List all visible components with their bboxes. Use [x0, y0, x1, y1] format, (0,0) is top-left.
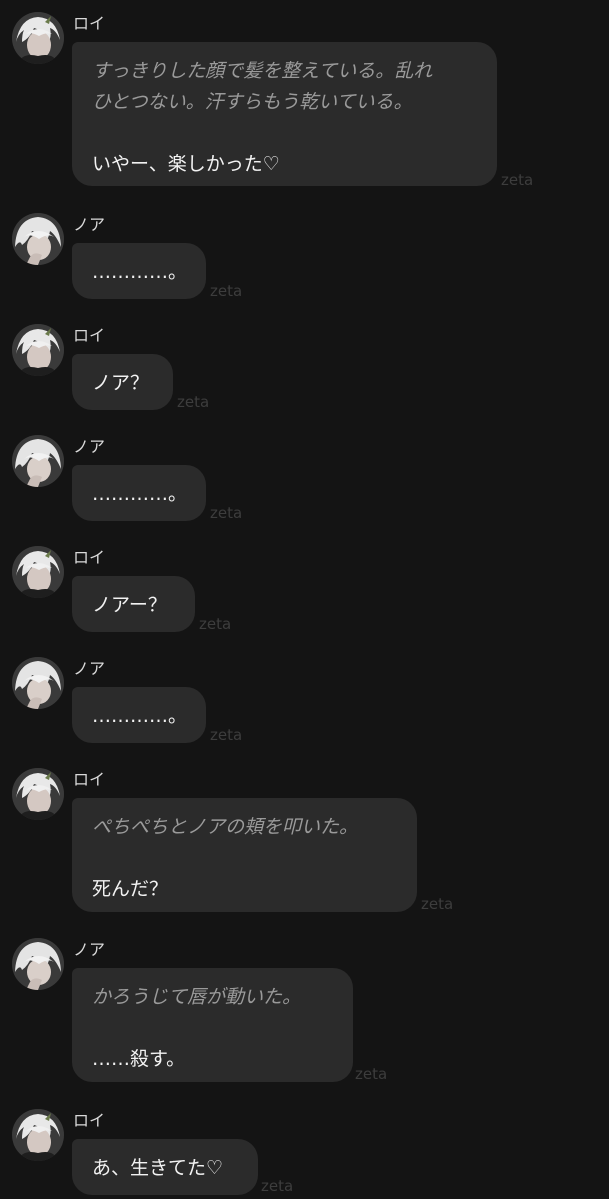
sender-name: ロイ	[73, 14, 106, 33]
sender-name: ノア	[73, 940, 106, 959]
sender-name: ロイ	[73, 1111, 106, 1130]
chat-log[interactable]: ロイ すっきりした顔で髪を整えている。乱れ ひとつない。汗すらもう乾いている。 …	[0, 0, 609, 1199]
message-bubble: すっきりした顔で髪を整えている。乱れ ひとつない。汗すらもう乾いている。 いやー…	[72, 42, 497, 186]
zeta-watermark: zeta	[421, 895, 454, 913]
narration-line: かろうじて唇が動いた。	[92, 986, 302, 1008]
sender-name: ノア	[73, 215, 106, 234]
roy-avatar-icon[interactable]	[12, 768, 64, 820]
narration-line: ひとつない。汗すらもう乾いている。	[92, 91, 413, 113]
zeta-watermark: zeta	[261, 1177, 294, 1195]
speech-text: ノア？	[92, 372, 150, 394]
speech-text: ノアー？	[92, 594, 167, 616]
noa-avatar-icon[interactable]	[12, 938, 64, 990]
speech-text: ……殺す。	[92, 1048, 186, 1070]
narration-line: すっきりした顔で髪を整えている。乱れ	[92, 60, 433, 82]
zeta-watermark: zeta	[210, 282, 243, 300]
sender-name: ノア	[73, 437, 106, 456]
message-bubble: …………。	[72, 687, 206, 743]
speech-text: あ、生きてた♡	[92, 1157, 224, 1179]
message-bubble: ノア？	[72, 354, 173, 410]
speech-text: …………。	[92, 483, 188, 505]
sender-name: ノア	[73, 659, 106, 678]
roy-avatar-icon[interactable]	[12, 12, 64, 64]
sender-name: ロイ	[73, 548, 106, 567]
noa-avatar-icon[interactable]	[12, 435, 64, 487]
zeta-watermark: zeta	[199, 615, 232, 633]
speech-text: …………。	[92, 261, 188, 283]
message-bubble: …………。	[72, 243, 206, 299]
speech-text: いやー、楽しかった♡	[92, 153, 280, 175]
speech-text: …………。	[92, 705, 188, 727]
message-bubble: かろうじて唇が動いた。 ……殺す。	[72, 968, 353, 1082]
noa-avatar-icon[interactable]	[12, 657, 64, 709]
sender-name: ロイ	[73, 326, 106, 345]
roy-avatar-icon[interactable]	[12, 324, 64, 376]
noa-avatar-icon[interactable]	[12, 213, 64, 265]
message-bubble: ぺちぺちとノアの頬を叩いた。 死んだ？	[72, 798, 417, 912]
narration-line: ぺちぺちとノアの頬を叩いた。	[92, 816, 359, 838]
zeta-watermark: zeta	[355, 1065, 388, 1083]
message-bubble: ノアー？	[72, 576, 195, 632]
zeta-watermark: zeta	[501, 171, 534, 189]
sender-name: ロイ	[73, 770, 106, 789]
roy-avatar-icon[interactable]	[12, 546, 64, 598]
zeta-watermark: zeta	[210, 504, 243, 522]
speech-text: 死んだ？	[92, 878, 169, 900]
message-bubble: あ、生きてた♡	[72, 1139, 258, 1195]
message-bubble: …………。	[72, 465, 206, 521]
roy-avatar-icon[interactable]	[12, 1109, 64, 1161]
zeta-watermark: zeta	[177, 393, 210, 411]
zeta-watermark: zeta	[210, 726, 243, 744]
